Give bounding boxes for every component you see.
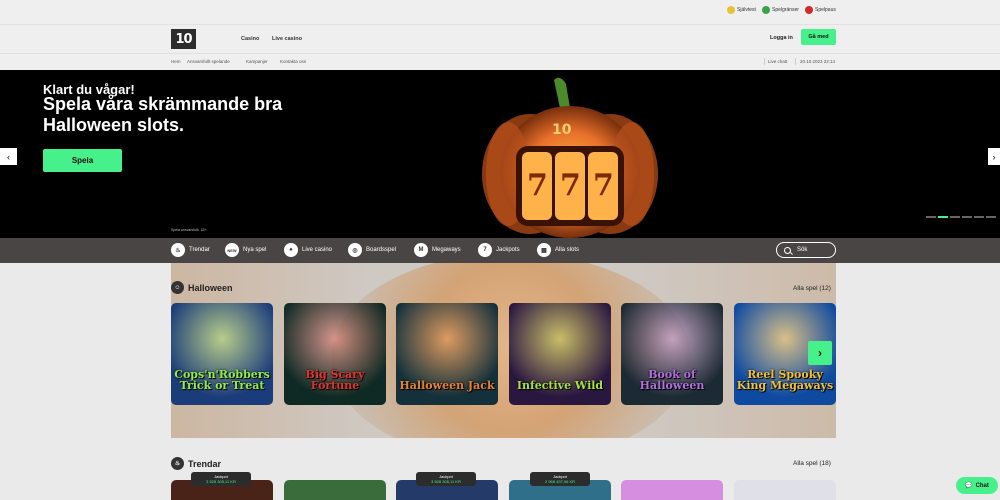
category-board-games[interactable]: ◎ Boardsspel <box>348 243 396 257</box>
game-tile[interactable]: Infective Wild <box>509 303 611 405</box>
hero-title: Spela våra skrämmande bra Halloween slot… <box>43 94 283 135</box>
utility-bar: Självtest Spelgränser Spelpaus <box>0 0 1000 24</box>
fire-icon: ♨ <box>171 243 185 257</box>
search-button[interactable]: Sök <box>776 242 836 258</box>
halloween-all-games-link[interactable]: Alla spel (12) <box>793 285 831 292</box>
game-tile[interactable]: Cops'n'Robbers Trick or Treat <box>171 303 273 405</box>
responsible-gaming-note: Spela ansvarsfullt. 18+. <box>171 228 208 232</box>
game-tile[interactable]: Big Scary Fortune <box>284 303 386 405</box>
reel-symbol: 7 <box>593 168 614 203</box>
game-tile[interactable]: Book of Halloween <box>621 303 723 405</box>
jackpot-badge: Jackpot 3 528 305,11 KR <box>191 472 251 486</box>
category-trending[interactable]: ♨ Trendar <box>171 243 210 257</box>
category-live-casino[interactable]: ♠ Live casino <box>284 243 332 257</box>
chevron-right-icon: › <box>818 346 822 360</box>
trending-game-tile[interactable] <box>621 480 723 500</box>
link-promotions[interactable]: Kampanjer <box>246 59 268 64</box>
hero-banner: Klart du vågar! Spela våra skrämmande br… <box>0 70 1000 238</box>
carousel-dot[interactable] <box>926 216 936 218</box>
trending-game-tile[interactable] <box>284 480 386 500</box>
hero-prev-button[interactable]: ‹ <box>0 148 17 165</box>
search-icon <box>784 246 791 254</box>
datetime: 20.10.2023 22:14 <box>800 59 836 64</box>
jackpot-badge: Jackpot 3 528 305,11 KR <box>416 472 476 486</box>
self-test-link[interactable]: Självtest <box>727 6 756 14</box>
trending-game-tile[interactable] <box>734 480 836 500</box>
chat-button[interactable]: 💬 Chat <box>956 477 998 494</box>
category-jackpots[interactable]: 7 Jackpots <box>478 243 520 257</box>
hero-next-button[interactable]: › <box>988 148 1000 165</box>
trending-heading: ♨ Trendar <box>171 457 221 470</box>
pumpkin-illustration <box>482 77 658 238</box>
trending-section <box>0 438 1000 500</box>
jackpot-badge: Jackpot 2 968 437,06 KR <box>530 472 590 486</box>
nav-live-casino[interactable]: Live casino <box>272 36 302 42</box>
pumpkin-icon: ☺ <box>171 281 184 294</box>
limits-link[interactable]: Spelgränser <box>762 6 799 14</box>
link-home[interactable]: Hem <box>171 59 181 64</box>
carousel-dots <box>926 216 996 218</box>
logo[interactable]: 10 <box>171 29 196 49</box>
reel-symbol: 7 <box>560 168 581 203</box>
board-icon: ◎ <box>348 243 362 257</box>
chevron-right-icon: › <box>992 151 996 162</box>
carousel-dot[interactable] <box>986 216 996 218</box>
link-contact[interactable]: Kontakta oss <box>280 59 306 64</box>
trending-all-games-link[interactable]: Alla spel (18) <box>793 460 831 467</box>
carousel-dot[interactable] <box>974 216 984 218</box>
category-megaways[interactable]: M Megaways <box>414 243 461 257</box>
category-all-slots[interactable]: ▦ Alla slots <box>537 243 579 257</box>
divider <box>764 58 765 65</box>
nav-casino[interactable]: Casino <box>241 36 259 42</box>
gauge-icon <box>727 6 735 14</box>
seven-icon: 7 <box>478 243 492 257</box>
header: 10 Casino Live casino Logga in <box>0 24 1000 53</box>
sub-navigation: Hem Ansvarsfullt spelande Kampanjer Kont… <box>0 53 1000 70</box>
pumpkin-logo: 10 <box>552 122 572 138</box>
megaways-icon: M <box>414 243 428 257</box>
reel-symbol: 7 <box>527 168 548 203</box>
category-bar: ♨ Trendar NEW Nya spel ♠ Live casino ◎ Board… <box>0 238 1000 263</box>
chevron-left-icon: ‹ <box>7 151 10 162</box>
carousel-next-button[interactable]: › <box>808 341 832 365</box>
link-responsible-gaming[interactable]: Ansvarsfullt spelande <box>187 59 230 64</box>
join-button[interactable]: Gå med <box>801 29 836 45</box>
limits-icon <box>762 6 770 14</box>
carousel-dot[interactable] <box>950 216 960 218</box>
fire-icon: ♨ <box>171 457 184 470</box>
slots-icon: ▦ <box>537 243 551 257</box>
carousel-dot[interactable] <box>962 216 972 218</box>
new-icon: NEW <box>225 243 239 257</box>
game-tile[interactable]: Halloween Jack <box>396 303 498 405</box>
hero-play-button[interactable]: Spela <box>43 149 122 172</box>
self-exclusion-link[interactable]: Spelpaus <box>805 6 836 14</box>
carousel-dot-active[interactable] <box>938 216 948 218</box>
halloween-heading: ☺ Halloween <box>171 281 233 294</box>
chat-icon: 💬 <box>965 483 973 489</box>
spelpaus-icon <box>805 6 813 14</box>
chip-icon: ♠ <box>284 243 298 257</box>
live-chat-link[interactable]: Live chatt <box>768 59 787 64</box>
divider <box>795 58 796 65</box>
category-new[interactable]: NEW Nya spel <box>225 243 266 257</box>
login-button[interactable]: Logga in <box>770 35 793 41</box>
